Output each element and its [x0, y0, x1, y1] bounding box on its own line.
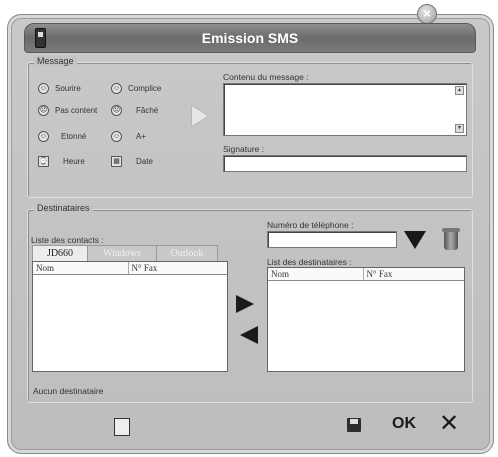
contacts-table[interactable]: Nom N° Fax — [32, 261, 228, 372]
clock-icon: ⌚ — [38, 156, 49, 167]
scroll-down-icon[interactable]: ▼ — [455, 124, 464, 133]
remove-recipient-arrow-icon[interactable] — [240, 326, 258, 344]
angry-icon: ☹ — [111, 105, 122, 116]
emoticon-label: Complice — [128, 84, 162, 93]
phone-number-label: Numéro de téléphone : — [267, 220, 354, 230]
emoticon-angry-button[interactable]: ☹ Fâché — [111, 105, 158, 116]
contacts-list-label: Liste des contacts : — [31, 235, 104, 245]
emoticon-smile-button[interactable]: ☺ Sourire — [38, 83, 81, 94]
recipient-table[interactable]: Nom N° Fax — [267, 267, 465, 372]
contacts-col-name[interactable]: Nom — [33, 262, 129, 274]
contacts-col-fax[interactable]: N° Fax — [129, 262, 227, 274]
message-group: Message ☺ Sourire ☺ Complice ☹ Pas conte… — [27, 56, 473, 198]
recipient-col-name[interactable]: Nom — [268, 268, 364, 280]
emoticon-surprised-button[interactable]: ☺ Etonné — [38, 131, 86, 142]
recipient-table-header: Nom N° Fax — [268, 268, 464, 281]
tab-outlook[interactable]: Outlook — [156, 245, 218, 261]
recipient-list-label: List des destinataires : — [267, 257, 352, 267]
window-title: Emission SMS — [201, 30, 299, 46]
signature-label: Signature : — [223, 144, 265, 154]
message-legend: Message — [34, 56, 77, 66]
tab-jd660[interactable]: JD660 — [32, 245, 88, 261]
emoticon-label: Etonné — [61, 132, 87, 141]
recipients-group: Destinataires Liste des contacts : JD660… — [27, 203, 473, 403]
emoticon-sad-button[interactable]: ☹ Pas content — [38, 105, 97, 116]
recipient-col-fax[interactable]: N° Fax — [364, 268, 464, 280]
emoticon-label: Fâché — [136, 106, 159, 115]
add-number-arrow-icon[interactable] — [404, 231, 426, 249]
phone-number-input[interactable] — [267, 231, 397, 248]
recipients-legend: Destinataires — [34, 203, 93, 213]
emoticon-label: Date — [136, 157, 153, 166]
emoticon-label: Pas content — [55, 106, 98, 115]
contacts-table-header: Nom N° Fax — [33, 262, 227, 275]
emoticon-label: A+ — [136, 132, 147, 141]
trash-icon[interactable] — [442, 228, 460, 250]
cancel-button[interactable]: ✕ — [439, 412, 459, 436]
ok-button[interactable]: OK — [392, 415, 416, 433]
emoticon-label: Sourire — [55, 84, 81, 93]
surprised-icon: ☺ — [38, 131, 49, 142]
emoticon-later-button[interactable]: ☺ A+ — [111, 131, 146, 142]
smile-icon: ☺ — [38, 83, 49, 94]
signature-input[interactable] — [223, 155, 467, 172]
insert-time-button[interactable]: ⌚ Heure — [38, 156, 85, 167]
message-scrollbar[interactable]: ▲ ▼ — [455, 86, 464, 133]
recipient-status-text: Aucun destinataire — [33, 386, 104, 396]
emoticon-label: Heure — [63, 157, 85, 166]
message-content-textarea[interactable]: ▲ ▼ — [223, 83, 467, 136]
later-icon: ☺ — [111, 131, 122, 142]
emoticon-wink-button[interactable]: ☺ Complice — [111, 83, 161, 94]
contacts-tabs: JD660 Windows Outlook — [32, 245, 218, 261]
save-icon[interactable] — [347, 418, 361, 432]
wink-icon: ☺ — [111, 83, 122, 94]
sad-icon: ☹ — [38, 105, 49, 116]
add-recipient-arrow-icon[interactable] — [236, 295, 254, 313]
tab-windows[interactable]: Windows — [87, 245, 157, 261]
title-bar: Emission SMS — [24, 23, 476, 53]
edit-icon[interactable] — [114, 418, 130, 436]
window-close-button[interactable]: × — [417, 4, 437, 24]
insert-date-button[interactable]: ▦ Date — [111, 156, 153, 167]
calendar-icon: ▦ — [111, 156, 122, 167]
scroll-up-icon[interactable]: ▲ — [455, 86, 464, 95]
insert-arrow-button[interactable] — [192, 106, 208, 126]
message-content-label: Contenu du message : — [223, 72, 309, 82]
